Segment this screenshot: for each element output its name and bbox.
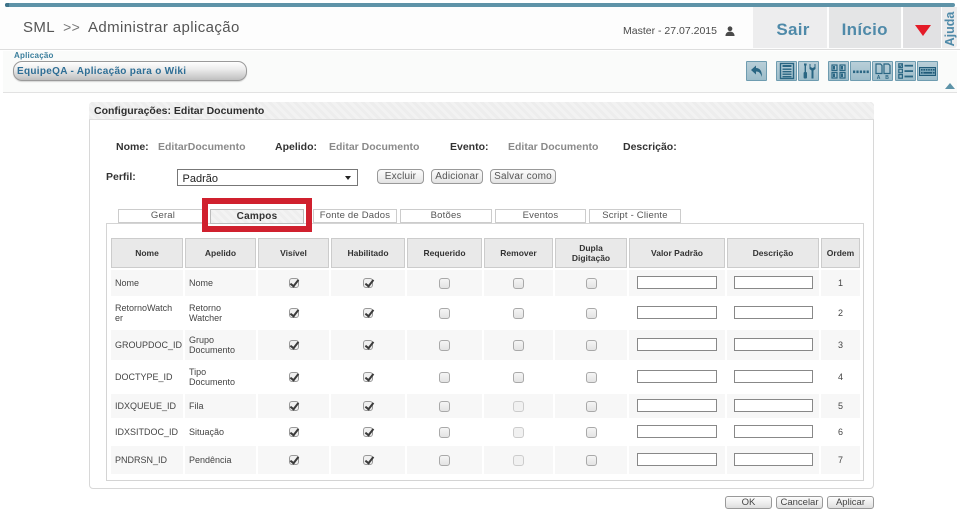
svg-text:A: A [877,75,881,81]
svg-text:B: B [885,75,889,81]
